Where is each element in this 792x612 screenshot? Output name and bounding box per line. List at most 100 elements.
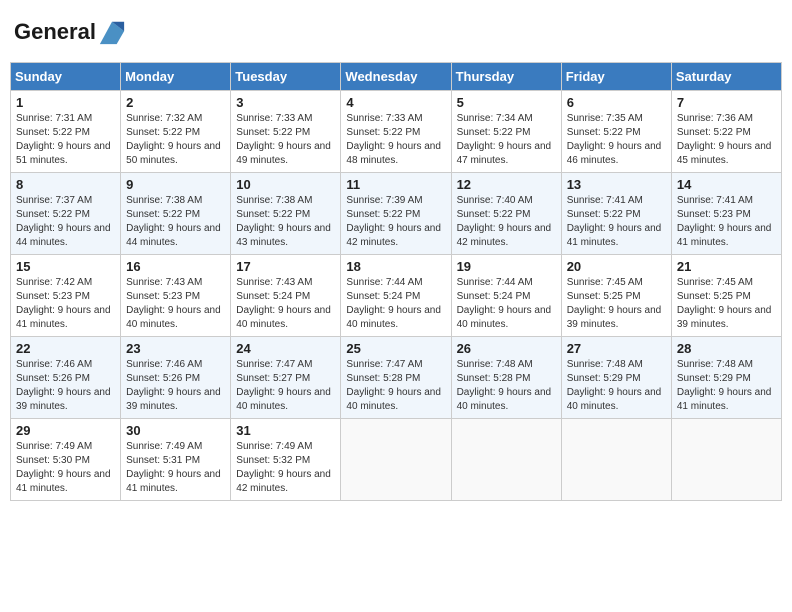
calendar-cell: 11 Sunrise: 7:39 AM Sunset: 5:22 PM Dayl…	[341, 173, 451, 255]
day-info: Sunrise: 7:34 AM Sunset: 5:22 PM Dayligh…	[457, 112, 556, 168]
day-info: Sunrise: 7:42 AM Sunset: 5:23 PM Dayligh…	[16, 276, 115, 332]
header: General	[10, 10, 782, 54]
day-number: 7	[677, 95, 776, 110]
day-info: Sunrise: 7:46 AM Sunset: 5:26 PM Dayligh…	[126, 358, 225, 414]
day-number: 13	[567, 177, 666, 192]
day-number: 19	[457, 259, 556, 274]
day-info: Sunrise: 7:38 AM Sunset: 5:22 PM Dayligh…	[126, 194, 225, 250]
day-number: 12	[457, 177, 556, 192]
weekday-header-row: SundayMondayTuesdayWednesdayThursdayFrid…	[11, 63, 782, 91]
day-number: 27	[567, 341, 666, 356]
logo: General	[14, 18, 126, 46]
calendar-cell: 8 Sunrise: 7:37 AM Sunset: 5:22 PM Dayli…	[11, 173, 121, 255]
calendar-cell: 31 Sunrise: 7:49 AM Sunset: 5:32 PM Dayl…	[231, 419, 341, 501]
day-info: Sunrise: 7:41 AM Sunset: 5:22 PM Dayligh…	[567, 194, 666, 250]
week-row-4: 22 Sunrise: 7:46 AM Sunset: 5:26 PM Dayl…	[11, 337, 782, 419]
calendar-cell: 14 Sunrise: 7:41 AM Sunset: 5:23 PM Dayl…	[671, 173, 781, 255]
day-number: 16	[126, 259, 225, 274]
logo-text: General	[14, 20, 96, 44]
week-row-3: 15 Sunrise: 7:42 AM Sunset: 5:23 PM Dayl…	[11, 255, 782, 337]
day-info: Sunrise: 7:47 AM Sunset: 5:28 PM Dayligh…	[346, 358, 445, 414]
calendar-cell	[561, 419, 671, 501]
weekday-header-thursday: Thursday	[451, 63, 561, 91]
calendar-cell: 24 Sunrise: 7:47 AM Sunset: 5:27 PM Dayl…	[231, 337, 341, 419]
weekday-header-friday: Friday	[561, 63, 671, 91]
day-number: 30	[126, 423, 225, 438]
day-number: 22	[16, 341, 115, 356]
calendar-cell: 23 Sunrise: 7:46 AM Sunset: 5:26 PM Dayl…	[121, 337, 231, 419]
day-number: 25	[346, 341, 445, 356]
day-info: Sunrise: 7:45 AM Sunset: 5:25 PM Dayligh…	[567, 276, 666, 332]
day-number: 26	[457, 341, 556, 356]
calendar-cell: 22 Sunrise: 7:46 AM Sunset: 5:26 PM Dayl…	[11, 337, 121, 419]
day-info: Sunrise: 7:31 AM Sunset: 5:22 PM Dayligh…	[16, 112, 115, 168]
calendar-cell: 12 Sunrise: 7:40 AM Sunset: 5:22 PM Dayl…	[451, 173, 561, 255]
day-info: Sunrise: 7:44 AM Sunset: 5:24 PM Dayligh…	[346, 276, 445, 332]
weekday-header-monday: Monday	[121, 63, 231, 91]
calendar-cell: 20 Sunrise: 7:45 AM Sunset: 5:25 PM Dayl…	[561, 255, 671, 337]
day-number: 6	[567, 95, 666, 110]
calendar-cell	[671, 419, 781, 501]
calendar-cell: 7 Sunrise: 7:36 AM Sunset: 5:22 PM Dayli…	[671, 91, 781, 173]
day-number: 23	[126, 341, 225, 356]
day-number: 8	[16, 177, 115, 192]
calendar-cell: 28 Sunrise: 7:48 AM Sunset: 5:29 PM Dayl…	[671, 337, 781, 419]
day-info: Sunrise: 7:48 AM Sunset: 5:29 PM Dayligh…	[677, 358, 776, 414]
day-info: Sunrise: 7:35 AM Sunset: 5:22 PM Dayligh…	[567, 112, 666, 168]
day-number: 4	[346, 95, 445, 110]
day-info: Sunrise: 7:33 AM Sunset: 5:22 PM Dayligh…	[346, 112, 445, 168]
day-info: Sunrise: 7:37 AM Sunset: 5:22 PM Dayligh…	[16, 194, 115, 250]
calendar-cell: 16 Sunrise: 7:43 AM Sunset: 5:23 PM Dayl…	[121, 255, 231, 337]
day-number: 24	[236, 341, 335, 356]
day-number: 3	[236, 95, 335, 110]
day-number: 31	[236, 423, 335, 438]
day-info: Sunrise: 7:46 AM Sunset: 5:26 PM Dayligh…	[16, 358, 115, 414]
day-number: 11	[346, 177, 445, 192]
day-number: 21	[677, 259, 776, 274]
logo-icon	[98, 18, 126, 46]
calendar-cell: 21 Sunrise: 7:45 AM Sunset: 5:25 PM Dayl…	[671, 255, 781, 337]
day-number: 17	[236, 259, 335, 274]
day-number: 9	[126, 177, 225, 192]
calendar-table: SundayMondayTuesdayWednesdayThursdayFrid…	[10, 62, 782, 501]
day-info: Sunrise: 7:48 AM Sunset: 5:29 PM Dayligh…	[567, 358, 666, 414]
calendar-cell	[451, 419, 561, 501]
calendar-cell: 6 Sunrise: 7:35 AM Sunset: 5:22 PM Dayli…	[561, 91, 671, 173]
weekday-header-wednesday: Wednesday	[341, 63, 451, 91]
calendar-cell: 5 Sunrise: 7:34 AM Sunset: 5:22 PM Dayli…	[451, 91, 561, 173]
day-info: Sunrise: 7:49 AM Sunset: 5:32 PM Dayligh…	[236, 440, 335, 496]
day-number: 15	[16, 259, 115, 274]
calendar-cell: 17 Sunrise: 7:43 AM Sunset: 5:24 PM Dayl…	[231, 255, 341, 337]
calendar-cell: 3 Sunrise: 7:33 AM Sunset: 5:22 PM Dayli…	[231, 91, 341, 173]
day-info: Sunrise: 7:36 AM Sunset: 5:22 PM Dayligh…	[677, 112, 776, 168]
day-info: Sunrise: 7:32 AM Sunset: 5:22 PM Dayligh…	[126, 112, 225, 168]
calendar-cell: 13 Sunrise: 7:41 AM Sunset: 5:22 PM Dayl…	[561, 173, 671, 255]
calendar-cell: 4 Sunrise: 7:33 AM Sunset: 5:22 PM Dayli…	[341, 91, 451, 173]
day-info: Sunrise: 7:47 AM Sunset: 5:27 PM Dayligh…	[236, 358, 335, 414]
weekday-header-sunday: Sunday	[11, 63, 121, 91]
day-info: Sunrise: 7:43 AM Sunset: 5:24 PM Dayligh…	[236, 276, 335, 332]
day-number: 20	[567, 259, 666, 274]
week-row-1: 1 Sunrise: 7:31 AM Sunset: 5:22 PM Dayli…	[11, 91, 782, 173]
calendar-cell	[341, 419, 451, 501]
day-number: 2	[126, 95, 225, 110]
calendar-cell: 25 Sunrise: 7:47 AM Sunset: 5:28 PM Dayl…	[341, 337, 451, 419]
calendar-cell: 29 Sunrise: 7:49 AM Sunset: 5:30 PM Dayl…	[11, 419, 121, 501]
weekday-header-tuesday: Tuesday	[231, 63, 341, 91]
day-info: Sunrise: 7:38 AM Sunset: 5:22 PM Dayligh…	[236, 194, 335, 250]
calendar-cell: 10 Sunrise: 7:38 AM Sunset: 5:22 PM Dayl…	[231, 173, 341, 255]
week-row-2: 8 Sunrise: 7:37 AM Sunset: 5:22 PM Dayli…	[11, 173, 782, 255]
calendar-cell: 26 Sunrise: 7:48 AM Sunset: 5:28 PM Dayl…	[451, 337, 561, 419]
day-info: Sunrise: 7:49 AM Sunset: 5:30 PM Dayligh…	[16, 440, 115, 496]
calendar-cell: 1 Sunrise: 7:31 AM Sunset: 5:22 PM Dayli…	[11, 91, 121, 173]
day-number: 18	[346, 259, 445, 274]
day-info: Sunrise: 7:33 AM Sunset: 5:22 PM Dayligh…	[236, 112, 335, 168]
day-info: Sunrise: 7:48 AM Sunset: 5:28 PM Dayligh…	[457, 358, 556, 414]
day-info: Sunrise: 7:40 AM Sunset: 5:22 PM Dayligh…	[457, 194, 556, 250]
weekday-header-saturday: Saturday	[671, 63, 781, 91]
day-info: Sunrise: 7:49 AM Sunset: 5:31 PM Dayligh…	[126, 440, 225, 496]
day-number: 1	[16, 95, 115, 110]
calendar-cell: 2 Sunrise: 7:32 AM Sunset: 5:22 PM Dayli…	[121, 91, 231, 173]
day-number: 28	[677, 341, 776, 356]
day-info: Sunrise: 7:45 AM Sunset: 5:25 PM Dayligh…	[677, 276, 776, 332]
